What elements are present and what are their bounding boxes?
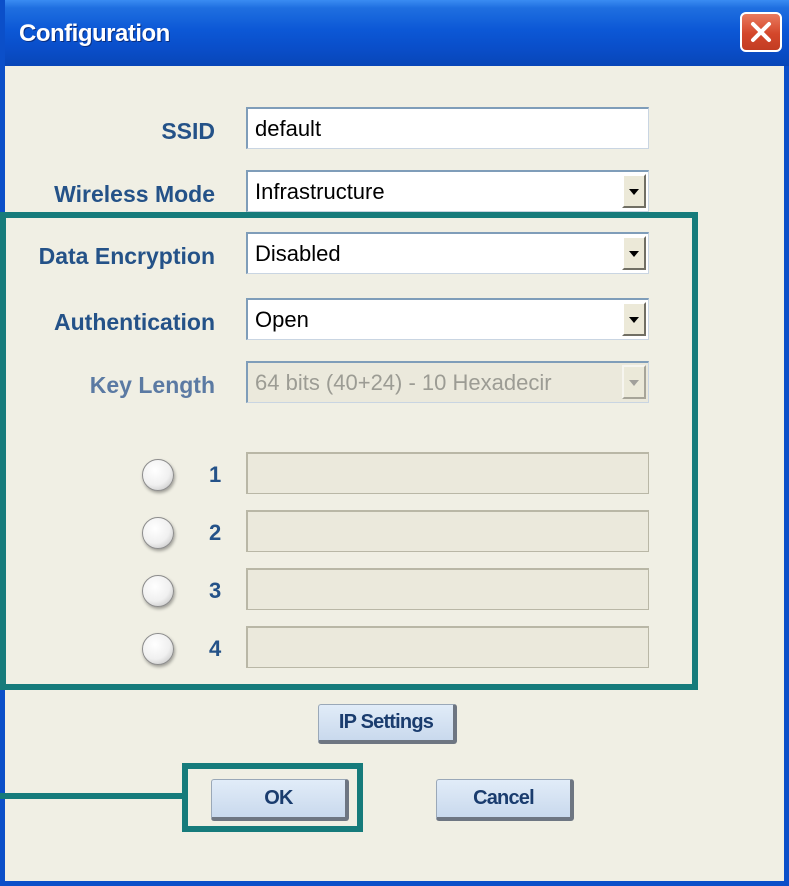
close-x-icon [751,22,771,42]
ok-highlight-box [182,763,363,832]
ssid-input[interactable]: default [246,107,649,149]
title-bar[interactable]: Configuration [5,0,789,66]
wireless-mode-dropdown-button[interactable] [622,174,646,208]
encryption-highlight-box [0,212,698,690]
ssid-value: default [255,116,322,141]
cancel-button[interactable]: Cancel [436,779,574,821]
chevron-down-icon [629,189,639,195]
window-title: Configuration [19,20,170,47]
ok-callout-line [0,793,184,799]
wireless-mode-value: Infrastructure [255,179,385,204]
ssid-label: SSID [161,118,215,144]
wireless-mode-label: Wireless Mode [54,181,215,207]
close-button[interactable] [740,12,782,52]
wireless-mode-select[interactable]: Infrastructure [246,170,649,212]
ip-settings-button[interactable]: IP Settings [318,704,457,744]
